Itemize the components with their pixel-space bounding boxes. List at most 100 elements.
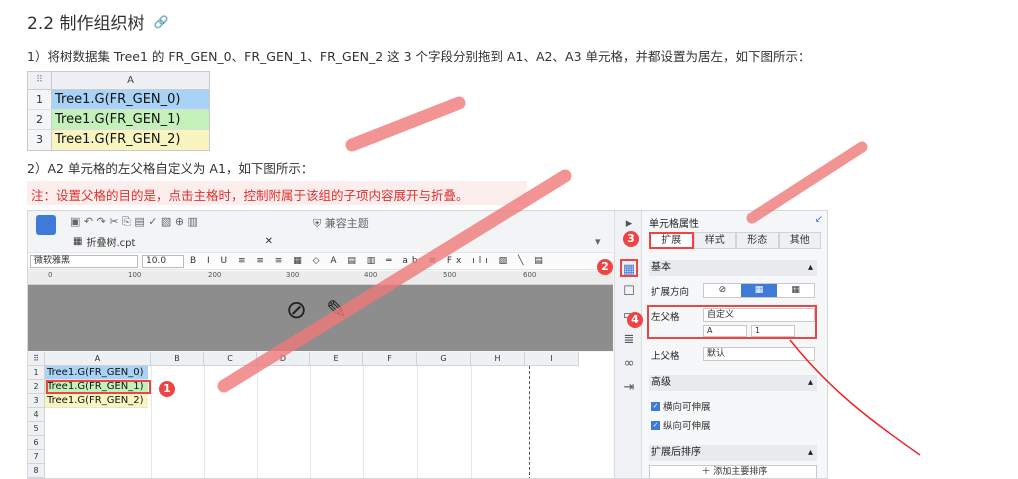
col-header[interactable]: E — [310, 352, 363, 366]
advanced-section[interactable]: 高级 ▴ — [649, 375, 817, 391]
hyperlink-icon[interactable]: ∞ — [620, 355, 638, 373]
row-header[interactable]: 6 — [28, 436, 45, 450]
panel-title: 单元格属性 — [649, 219, 699, 230]
format-icons[interactable]: B I U ≡ ≡ ≡ ▦ ◇ A ▤ ▥ ═ ab ≡ Fx ılı ▨ ╲ … — [190, 256, 547, 266]
left-parent-col[interactable]: A — [703, 325, 747, 337]
hidden-eye-icon[interactable]: ⊘ — [286, 295, 307, 324]
step-badge-1: 1 — [159, 381, 175, 397]
side-toolbar: ▸ ▾ ▦ ☐ ▭ ≣ ∞ ⇥ — [614, 211, 642, 478]
section-title: 2.2 制作组织树 — [27, 14, 145, 34]
row-header[interactable]: 3 — [28, 394, 45, 408]
advanced-label: 高级 — [651, 377, 671, 388]
check-icon: ✓ — [651, 401, 660, 411]
cell-grid: ⠿ A B C D E F G H I 1 2 3 4 5 6 7 8 Tree… — [28, 352, 613, 478]
up-parent-select[interactable]: 默认 — [703, 347, 815, 361]
tab-style[interactable]: 样式 — [693, 232, 736, 249]
chevron-up-icon: ▴ — [807, 377, 813, 388]
mini-sheet: ⠿ A 1 Tree1.G(FR_GEN_0) 2 Tree1.G(FR_GEN_1)… — [27, 71, 210, 151]
basic-section[interactable]: 基本 ▴ — [649, 260, 817, 276]
ruler-tick: 0 — [48, 271, 53, 279]
tab-expand[interactable]: 扩展 — [649, 232, 694, 249]
up-parent-label: 上父格 — [651, 351, 680, 362]
v-expand-checkbox[interactable]: ✓ 纵向可伸展 — [651, 418, 711, 432]
horizontal-expand-icon[interactable]: ▦ — [777, 284, 814, 297]
left-parent-select[interactable]: 自定义 — [703, 308, 815, 322]
chevron-up-icon: ▴ — [807, 262, 813, 273]
corner-icon: ⠿ — [28, 72, 52, 89]
section-heading: 2.2 制作组织树 🔗 — [27, 9, 168, 34]
cell-a1[interactable]: Tree1.G(FR_GEN_0) — [45, 366, 148, 380]
row-header[interactable]: 8 — [28, 464, 45, 478]
tab-form[interactable]: 形态 — [736, 232, 779, 249]
theme-button[interactable]: ⛨ 兼容主题 — [313, 215, 369, 231]
cell-a3[interactable]: Tree1.G(FR_GEN_2) — [45, 394, 148, 408]
left-parent-row[interactable]: 1 — [751, 325, 795, 337]
row-num: 1 — [28, 90, 52, 109]
resize-icon[interactable]: ↙ — [815, 214, 823, 225]
ruler: 0 100 200 300 400 500 600 — [28, 271, 613, 285]
step1-text: 1）将树数据集 Tree1 的 FR_GEN_0、FR_GEN_1、FR_GEN… — [27, 49, 811, 64]
col-header[interactable]: G — [417, 352, 471, 366]
ruler-tick: 300 — [286, 271, 300, 279]
file-tab[interactable]: ▦ 折叠树.cpt ✕ — [73, 233, 273, 250]
red-stroke — [746, 141, 868, 224]
row-header[interactable]: 4 — [28, 408, 45, 422]
row-header[interactable]: 7 — [28, 450, 45, 464]
font-size-select[interactable]: 10.0 — [142, 255, 184, 268]
red-stroke — [345, 96, 466, 152]
col-header[interactable]: F — [363, 352, 417, 366]
selected-cell-highlight — [46, 380, 151, 394]
cell-element-icon[interactable]: ☐ — [620, 283, 638, 301]
page-break-line — [529, 366, 530, 478]
step-badge-3: 3 — [623, 231, 639, 247]
font-select[interactable]: 微软雅黑 — [30, 255, 138, 268]
col-header[interactable]: B — [151, 352, 204, 366]
h-expand-label: 横向可伸展 — [663, 402, 711, 413]
link-icon[interactable]: 🔗 — [153, 15, 168, 29]
col-header[interactable]: D — [257, 352, 310, 366]
ruler-tick: 200 — [208, 271, 222, 279]
file-tab-label: 折叠树.cpt — [86, 238, 136, 249]
grid-line — [204, 366, 205, 478]
sort-section[interactable]: 扩展后排序 ▴ — [649, 445, 817, 461]
tab-other[interactable]: 其他 — [778, 232, 821, 249]
condition-icon[interactable]: ≣ — [620, 331, 638, 349]
expand-dir-toggle[interactable]: ⊘ ▦ ▦ — [703, 283, 815, 298]
pin-icon[interactable]: ▾ — [595, 235, 601, 248]
pencil-icon[interactable]: ✎ — [326, 295, 347, 324]
import-icon[interactable]: ⇥ — [620, 379, 638, 397]
close-icon[interactable]: ✕ — [265, 236, 273, 247]
row-header[interactable]: 2 — [28, 380, 45, 394]
col-header[interactable]: I — [525, 352, 579, 366]
designer-logo-icon — [36, 215, 56, 235]
col-header[interactable]: H — [471, 352, 525, 366]
ruler-tick: 600 — [523, 271, 537, 279]
vertical-expand-icon[interactable]: ▦ — [740, 284, 778, 297]
grid-line — [363, 366, 364, 478]
add-sort-button[interactable]: ＋ 添加主要排序 — [649, 465, 817, 478]
cell-properties-panel: 单元格属性 ↙ 扩展 样式 形态 其他 基本 ▴ 扩展方向 ⊘ ▦ ▦ 左父格 自… — [643, 211, 827, 478]
col-header[interactable]: A — [45, 352, 151, 366]
step-badge-4: 4 — [627, 312, 643, 328]
grid-icon: ▦ — [73, 236, 83, 247]
save-icon[interactable]: ▣ ↶ ↷ ✂ ⎘ ▤ ✓ ▧ ⊕ ▥ — [70, 215, 198, 229]
cell-attr-icon[interactable]: ▦ — [620, 259, 638, 277]
chevron-up-icon: ▴ — [807, 447, 813, 458]
main-toolbar: ▣ ↶ ↷ ✂ ⎘ ▤ ✓ ▧ ⊕ ▥ ⛨ 兼容主题 ▦ 折叠树.cpt ✕ ▾ — [28, 211, 613, 251]
col-header: A — [127, 75, 134, 86]
step2-text: 2）A2 单元格的左父格自定义为 A1，如下图所示： — [27, 161, 314, 176]
no-expand-icon[interactable]: ⊘ — [704, 284, 741, 297]
col-header[interactable]: C — [204, 352, 257, 366]
check-icon: ✓ — [651, 420, 660, 430]
ruler-tick: 100 — [128, 271, 142, 279]
sort-label: 扩展后排序 — [651, 447, 701, 458]
grid-line — [257, 366, 258, 478]
note-box: 注：设置父格的目的是，点击主格时，控制附属于该组的子项内容展开与折叠。 — [27, 181, 527, 205]
row-header[interactable]: 1 — [28, 366, 45, 380]
row-header[interactable]: 5 — [28, 422, 45, 436]
grid-corner: ⠿ — [28, 352, 45, 366]
grid-line — [417, 366, 418, 478]
row-num: 2 — [28, 110, 52, 129]
h-expand-checkbox[interactable]: ✓ 横向可伸展 — [651, 399, 711, 413]
header-canvas: ⊘ ✎ — [28, 285, 613, 351]
